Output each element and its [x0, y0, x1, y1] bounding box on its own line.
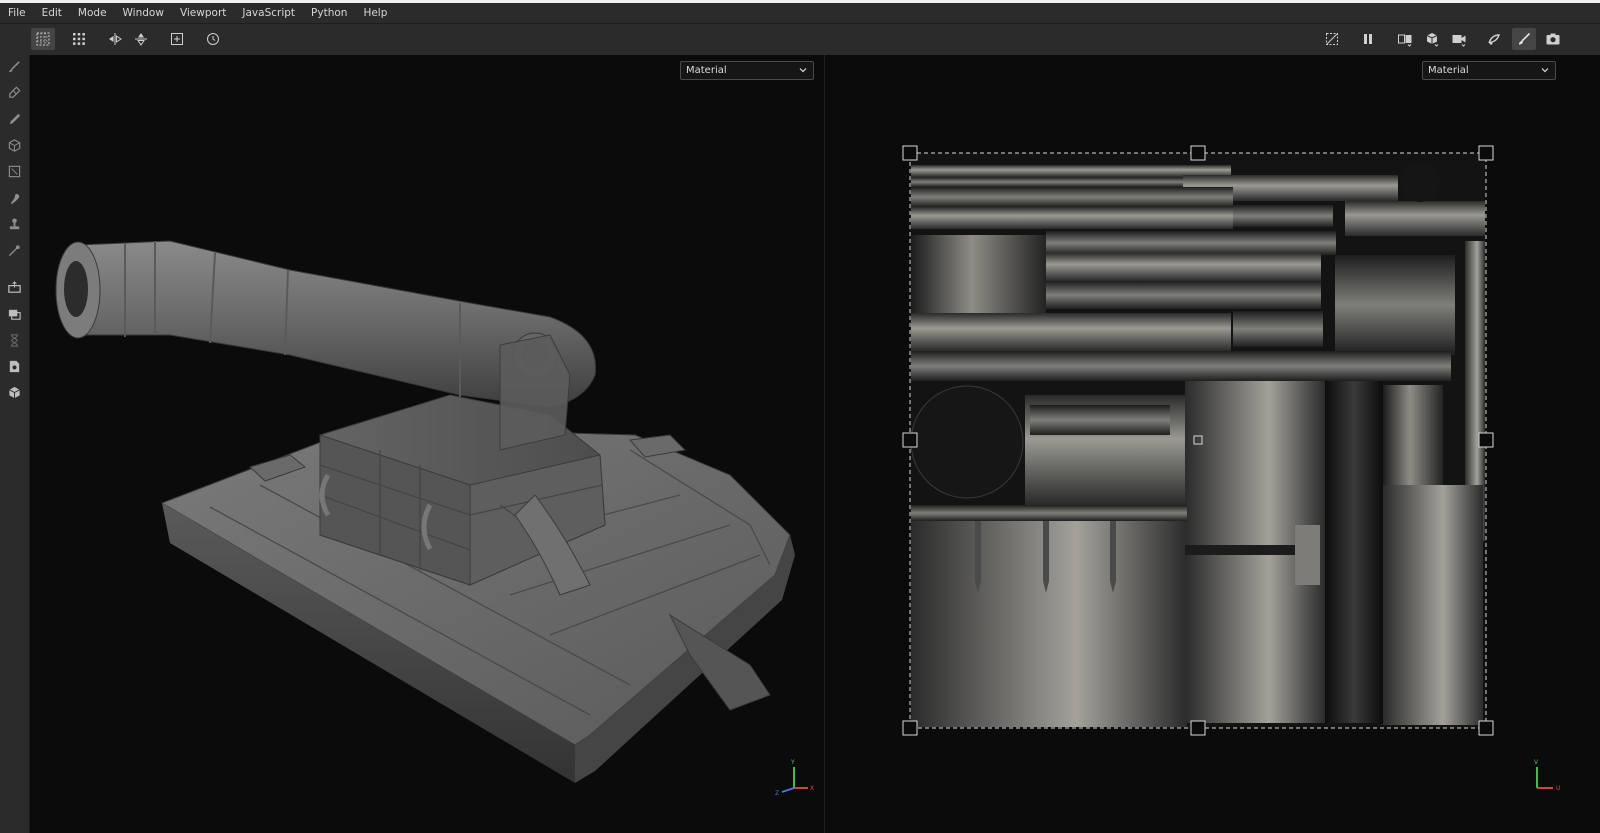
menu-edit[interactable]: Edit	[34, 7, 70, 19]
lighting-button[interactable]	[1482, 28, 1506, 50]
grid-snap-button[interactable]	[31, 28, 55, 50]
axis-y-label: Y	[790, 759, 795, 766]
menu-window[interactable]: Window	[115, 7, 172, 19]
mirror-y-button[interactable]	[129, 28, 153, 50]
polygon-fill-tool[interactable]	[6, 163, 23, 180]
tool-sidebar	[0, 55, 30, 833]
pause-button[interactable]	[1356, 28, 1380, 50]
menu-bar: File Edit Mode Window Viewport JavaScrip…	[0, 3, 1600, 23]
clone-stamp-tool[interactable]	[6, 216, 23, 233]
clone-stamp-icon	[9, 218, 20, 230]
document-icon	[9, 360, 20, 373]
add-layer-icon	[171, 33, 183, 45]
color-picker-icon	[8, 245, 20, 257]
color-picker-tool[interactable]	[6, 242, 23, 259]
brush-tool[interactable]	[6, 58, 23, 75]
bake-tool[interactable]	[6, 279, 23, 296]
hide-uv-icon	[1326, 33, 1338, 45]
smudge-tool[interactable]	[6, 190, 23, 207]
paint-mode-button[interactable]	[1512, 28, 1536, 50]
bake-icon	[8, 281, 21, 293]
add-layer-button[interactable]	[165, 28, 189, 50]
cube-view-icon	[1426, 33, 1439, 47]
brush-icon	[9, 61, 20, 73]
eraser-icon	[9, 86, 21, 98]
history-button[interactable]	[201, 28, 225, 50]
axis-z-label: Z	[775, 790, 779, 797]
hourglass-icon	[10, 334, 19, 347]
cube-export-tool[interactable]	[6, 384, 23, 401]
main-toolbar	[0, 23, 1600, 56]
viewport-2d[interactable]: Material V U	[825, 55, 1600, 833]
camera-button[interactable]	[1447, 28, 1471, 50]
projection-icon	[9, 113, 21, 125]
menu-viewport[interactable]: Viewport	[172, 7, 234, 19]
eraser-tool[interactable]	[6, 84, 23, 101]
paint-mode-icon	[1519, 32, 1531, 45]
menu-file[interactable]: File	[0, 7, 34, 19]
split-view-button[interactable]	[1393, 28, 1417, 50]
menu-javascript[interactable]: JavaScript	[234, 7, 303, 19]
camera-icon	[1452, 35, 1466, 47]
axis-x-label: X	[810, 785, 814, 792]
geometry-fill-tool[interactable]	[6, 137, 23, 154]
menu-mode[interactable]: Mode	[70, 7, 115, 19]
cannon-model	[55, 240, 795, 783]
axis-v-label: V	[1534, 759, 1539, 766]
mirror-y-icon	[135, 33, 147, 46]
projection-tool[interactable]	[6, 110, 23, 127]
cube-view-button[interactable]	[1420, 28, 1444, 50]
geometry-fill-icon	[8, 139, 21, 152]
grid-snap-icon	[36, 32, 50, 46]
axis-gizmo-2d: V U	[1534, 759, 1560, 792]
screenshot-button[interactable]	[1541, 28, 1565, 50]
split-view-icon	[1398, 34, 1412, 47]
grid-dots-icon	[73, 33, 85, 45]
uv-texture-map[interactable]	[825, 55, 1600, 833]
hide-uv-button[interactable]	[1320, 28, 1344, 50]
polygon-fill-icon	[8, 165, 21, 178]
pause-icon	[1364, 34, 1372, 44]
menu-help[interactable]: Help	[355, 7, 395, 19]
smudge-icon	[10, 193, 20, 205]
texture-set-icon	[8, 309, 21, 320]
hourglass-tool[interactable]	[6, 332, 23, 349]
viewport-3d[interactable]: Material Y X Z	[30, 55, 824, 833]
lighting-icon	[1488, 34, 1500, 45]
menu-python[interactable]: Python	[303, 7, 355, 19]
mirror-x-icon	[109, 33, 122, 45]
grid-dots-button[interactable]	[67, 28, 91, 50]
axis-u-label: U	[1556, 785, 1560, 792]
screenshot-icon	[1546, 33, 1560, 45]
texture-set-tool[interactable]	[6, 306, 23, 323]
document-tool[interactable]	[6, 358, 23, 375]
axis-gizmo-3d: Y X Z	[775, 759, 814, 797]
mirror-x-button[interactable]	[103, 28, 127, 50]
cube-export-icon	[9, 386, 20, 399]
history-icon	[207, 33, 219, 45]
